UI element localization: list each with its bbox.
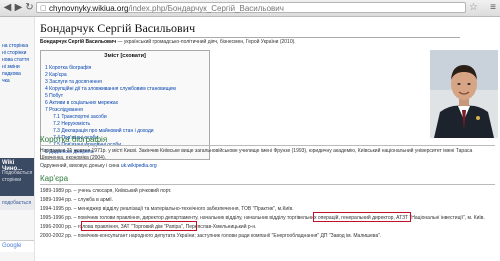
google-search-box[interactable]: Google [0,240,34,252]
toc-item[interactable]: 7 Розслідування [45,107,83,113]
page-icon: ▢ [40,5,47,12]
family-text: Одружений, виховує доньку і сина [40,163,121,169]
intro-rest: — український громадсько-політичний діяч… [116,39,296,45]
career-entry: 1989-1989 рр. – учень слюсаря, Київський… [40,188,172,194]
address-bar[interactable]: ▢ chynovnyky.wikiua.org/index.php/Бондар… [36,2,466,13]
sidebar-item[interactable]: на сторінка [2,43,28,49]
like-text: подобається [2,200,32,206]
section-heading-biography: Коротка біографія [40,135,495,146]
highlight-box [313,212,411,222]
widget-subtitle-2: сторінки [2,177,22,183]
toc-item[interactable]: 1 Коротка біографія [45,65,91,71]
forward-arrow-icon[interactable]: ▶ [13,2,24,13]
menu-icon[interactable]: ≡ [490,2,496,13]
biography-family: Одружений, виховує доньку і сина uk.wiki… [40,163,157,169]
social-widget[interactable]: Wiki Чино... Подобається сторінки [0,158,34,196]
widget-subtitle: Подобається [2,170,33,176]
main-content: Бондарчук Сергій Васильович Бондарчук Се… [36,17,500,261]
section-heading-career: Кар'єра [40,174,495,185]
like-strip[interactable]: подобається [0,196,34,210]
back-arrow-icon[interactable]: ◀ [2,2,13,13]
url-path: /index.php/Бондарчук_Сергій_Васильович [128,4,284,13]
wikipedia-link[interactable]: uk.wikipedia.org [121,163,157,169]
intro-text: Бондарчук Сергій Васильович — українськи… [40,39,296,45]
toc-item[interactable]: 2 Кар'єра [45,72,67,78]
sidebar-item[interactable]: чка [2,78,10,84]
career-entry: 1989-1994 рр. – служба в армії. [40,197,114,203]
toc-item[interactable]: 6 Активи в соціальних мережах [45,100,118,106]
toc-item[interactable]: 7.1 Транспортні засоби [53,114,107,120]
sidebar-item[interactable]: ні зміни [2,64,20,70]
toc-item[interactable]: 7.2 Нерухомість [53,121,90,127]
highlight-box [81,221,197,231]
page-title: Бондарчук Сергій Васильович [40,21,460,38]
sidebar-item[interactable]: ні сторінки [2,50,26,56]
biography-text: Народився 31 жовтня 1971р. у місті Києві… [40,148,473,161]
sidebar: на сторінка ні сторінки нова стаття ні з… [0,17,35,261]
url-host: chynovnyky.wikiua.org [49,4,129,13]
portrait-photo [430,50,498,138]
career-entry: 2000-2002 рр. – помічник-консультант нар… [40,233,382,239]
portrait-image [430,50,498,138]
google-label: Google [2,243,22,249]
career-entry: 1994-1995 рр. – менеджер відділу реаліза… [40,206,294,212]
browser-toolbar: ◀ ▶ ↻ ▢ chynovnyky.wikiua.org/index.php/… [0,0,500,17]
intro-bold: Бондарчук Сергій Васильович [40,39,117,45]
bookmark-star-icon[interactable]: ☆ [469,2,478,13]
sidebar-item[interactable]: падкова [2,71,21,77]
toc-item[interactable]: 4 Корупційні дії та зловживання службови… [45,86,176,92]
toc-item[interactable]: 7.3 Декларація про майновий стан і доход… [53,128,154,134]
toc-item[interactable]: 5 Побут [45,93,63,99]
toc-item[interactable]: 3 Заслуги та досягнення [45,79,102,85]
toc-title[interactable]: Зміст [сховати] [41,53,209,59]
sidebar-item[interactable]: нова стаття [2,57,29,63]
reload-icon[interactable]: ↻ [24,2,35,13]
